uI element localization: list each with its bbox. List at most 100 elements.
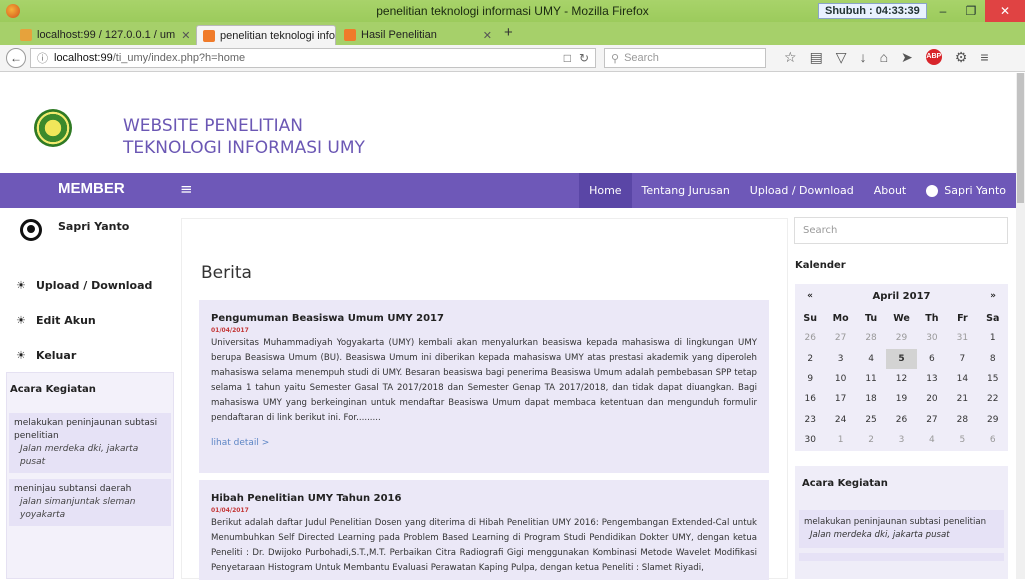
reader-view-icon[interactable]: □	[564, 51, 571, 65]
news-title[interactable]: Pengumuman Beasiswa Umum UMY 2017	[211, 313, 757, 324]
calendar-prev-icon[interactable]: «	[795, 291, 825, 301]
list-item[interactable]: melakukan peninjaunan subtasi penelitian…	[799, 510, 1004, 548]
calendar-day[interactable]: 2	[856, 430, 886, 450]
minimize-icon[interactable]: –	[929, 0, 957, 22]
calendar-day[interactable]: 1	[825, 430, 855, 450]
site-header: WEBSITE PENELITIAN TEKNOLOGI INFORMASI U…	[0, 73, 1016, 173]
send-icon[interactable]: ➤	[901, 49, 913, 66]
calendar-day[interactable]: 5	[947, 430, 977, 450]
side-menu-keluar[interactable]: ☀ Keluar	[16, 338, 152, 373]
news-item: Pengumuman Beasiswa Umum UMY 2017 01/04/…	[199, 300, 769, 473]
calendar-weekday: Fr	[957, 312, 968, 324]
reload-icon[interactable]: ↻	[579, 51, 589, 65]
calendar-day[interactable]: 31	[947, 328, 977, 348]
calendar-day[interactable]: 12	[886, 369, 916, 389]
nav-home[interactable]: Home	[579, 173, 632, 208]
page-title: Berita	[201, 263, 252, 283]
main-content: Berita Pengumuman Beasiswa Umum UMY 2017…	[181, 218, 788, 580]
side-menu-upload-download[interactable]: ☀ Upload / Download	[16, 268, 152, 303]
calendar-day[interactable]: 9	[795, 369, 825, 389]
tab-hasil-penelitian[interactable]: Hasil Penelitian ✕	[338, 25, 498, 45]
nav-user-menu[interactable]: Sapri Yanto	[916, 173, 1016, 208]
calendar-day[interactable]: 4	[917, 430, 947, 450]
calendar-day[interactable]: 29	[978, 409, 1008, 429]
close-tab-icon[interactable]: ✕	[477, 29, 492, 42]
calendar-day[interactable]: 19	[886, 389, 916, 409]
calendar-day[interactable]: 30	[917, 328, 947, 348]
download-icon[interactable]: ↓	[860, 49, 867, 66]
tab-phpmyadmin[interactable]: localhost:99 / 127.0.0.1 / um ✕	[14, 25, 194, 45]
side-menu: ☀ Upload / Download ☀ Edit Akun ☀ Keluar	[16, 268, 152, 373]
close-tab-icon[interactable]: ✕	[175, 29, 190, 42]
url-bar[interactable]: ⓘ localhost:99/ti_umy/index.php?h=home □…	[30, 48, 596, 68]
nav-about[interactable]: About	[864, 173, 917, 208]
calendar-day-today[interactable]: 5	[886, 348, 917, 369]
calendar-day[interactable]: 21	[947, 389, 977, 409]
list-item[interactable]: melakukan peninjaunan subtasi penelitian…	[9, 413, 171, 473]
close-window-icon[interactable]: ✕	[985, 0, 1025, 22]
adblock-icon[interactable]: ABP	[925, 49, 942, 65]
calendar-day[interactable]: 15	[978, 369, 1008, 389]
calendar-day[interactable]: 4	[856, 349, 886, 369]
calendar-month[interactable]: April 2017	[825, 291, 978, 302]
side-menu-edit-akun[interactable]: ☀ Edit Akun	[16, 303, 152, 338]
calendar-day[interactable]: 3	[886, 430, 916, 450]
calendar-day[interactable]: 27	[825, 328, 855, 348]
calendar-day[interactable]: 7	[947, 349, 977, 369]
calendar-day[interactable]: 17	[825, 389, 855, 409]
calendar-day[interactable]: 23	[795, 409, 825, 429]
calendar-day[interactable]: 10	[825, 369, 855, 389]
browser-search-box[interactable]: ⚲ Search	[604, 48, 766, 68]
lihat-detail-link[interactable]: lihat detail >	[211, 438, 757, 448]
back-arrow-icon[interactable]: ←	[6, 48, 26, 68]
calendar-day[interactable]: 8	[978, 349, 1008, 369]
calendar-day[interactable]: 18	[856, 389, 886, 409]
acara-kegiatan-title: Acara Kegiatan	[802, 478, 888, 489]
calendar-day[interactable]: 13	[917, 369, 947, 389]
menu-icon[interactable]: ≡	[980, 49, 988, 66]
calendar-day[interactable]: 1	[978, 328, 1008, 348]
list-item[interactable]: meninjau subtansi daerah jalan simanjunt…	[9, 479, 171, 526]
calendar-day[interactable]: 20	[917, 389, 947, 409]
acara-place: Jalan merdeka dki, jakarta pusat	[810, 530, 950, 540]
tab-penelitian[interactable]: penelitian teknologi informa ✕	[196, 25, 336, 45]
info-icon[interactable]: ⓘ	[37, 50, 48, 66]
bookmarks-list-icon[interactable]: ▤	[810, 49, 823, 66]
maximize-icon[interactable]: ❐	[957, 0, 985, 22]
calendar-day[interactable]: 26	[795, 328, 825, 348]
news-title[interactable]: Hibah Penelitian UMY Tahun 2016	[211, 493, 757, 504]
list-item[interactable]	[799, 553, 1004, 561]
search-placeholder: Search	[624, 52, 659, 64]
nav-tentang-jurusan[interactable]: Tentang Jurusan	[632, 173, 740, 208]
scrollbar-thumb[interactable]	[1017, 73, 1024, 203]
acara-title: meninjau subtansi daerah	[14, 484, 132, 494]
calendar-next-icon[interactable]: »	[978, 291, 1008, 301]
calendar-day[interactable]: 28	[947, 409, 977, 429]
calendar-day[interactable]: 24	[825, 409, 855, 429]
hamburger-menu-icon[interactable]: ≡	[180, 180, 193, 198]
calendar-day[interactable]: 27	[917, 409, 947, 429]
bookmark-star-icon[interactable]: ☆	[784, 49, 797, 66]
nav-upload-download[interactable]: Upload / Download	[740, 173, 864, 208]
calendar-day[interactable]: 11	[856, 369, 886, 389]
home-icon[interactable]: ⌂	[880, 49, 888, 66]
calendar-day[interactable]: 22	[978, 389, 1008, 409]
calendar-day[interactable]: 2	[795, 349, 825, 369]
calendar-day[interactable]: 3	[825, 349, 855, 369]
extension-icon[interactable]: ⚙	[955, 49, 968, 66]
calendar-widget: « April 2017 » Su Mo Tu We Th Fr Sa 26 27 28 29 30 3…	[795, 284, 1008, 451]
pocket-icon[interactable]: ▽	[836, 49, 847, 66]
calendar-day[interactable]: 30	[795, 430, 825, 450]
sidebar-search-input[interactable]: Search	[794, 217, 1008, 244]
calendar-day[interactable]: 26	[886, 409, 916, 429]
calendar-day[interactable]: 14	[947, 369, 977, 389]
calendar-weekday: We	[893, 312, 910, 324]
calendar-day[interactable]: 29	[886, 328, 916, 348]
calendar-day[interactable]: 25	[856, 409, 886, 429]
page-scrollbar[interactable]	[1016, 73, 1025, 579]
calendar-day[interactable]: 6	[917, 349, 947, 369]
calendar-day[interactable]: 6	[978, 430, 1008, 450]
new-tab-icon[interactable]: +	[504, 24, 513, 41]
calendar-day[interactable]: 28	[856, 328, 886, 348]
calendar-day[interactable]: 16	[795, 389, 825, 409]
